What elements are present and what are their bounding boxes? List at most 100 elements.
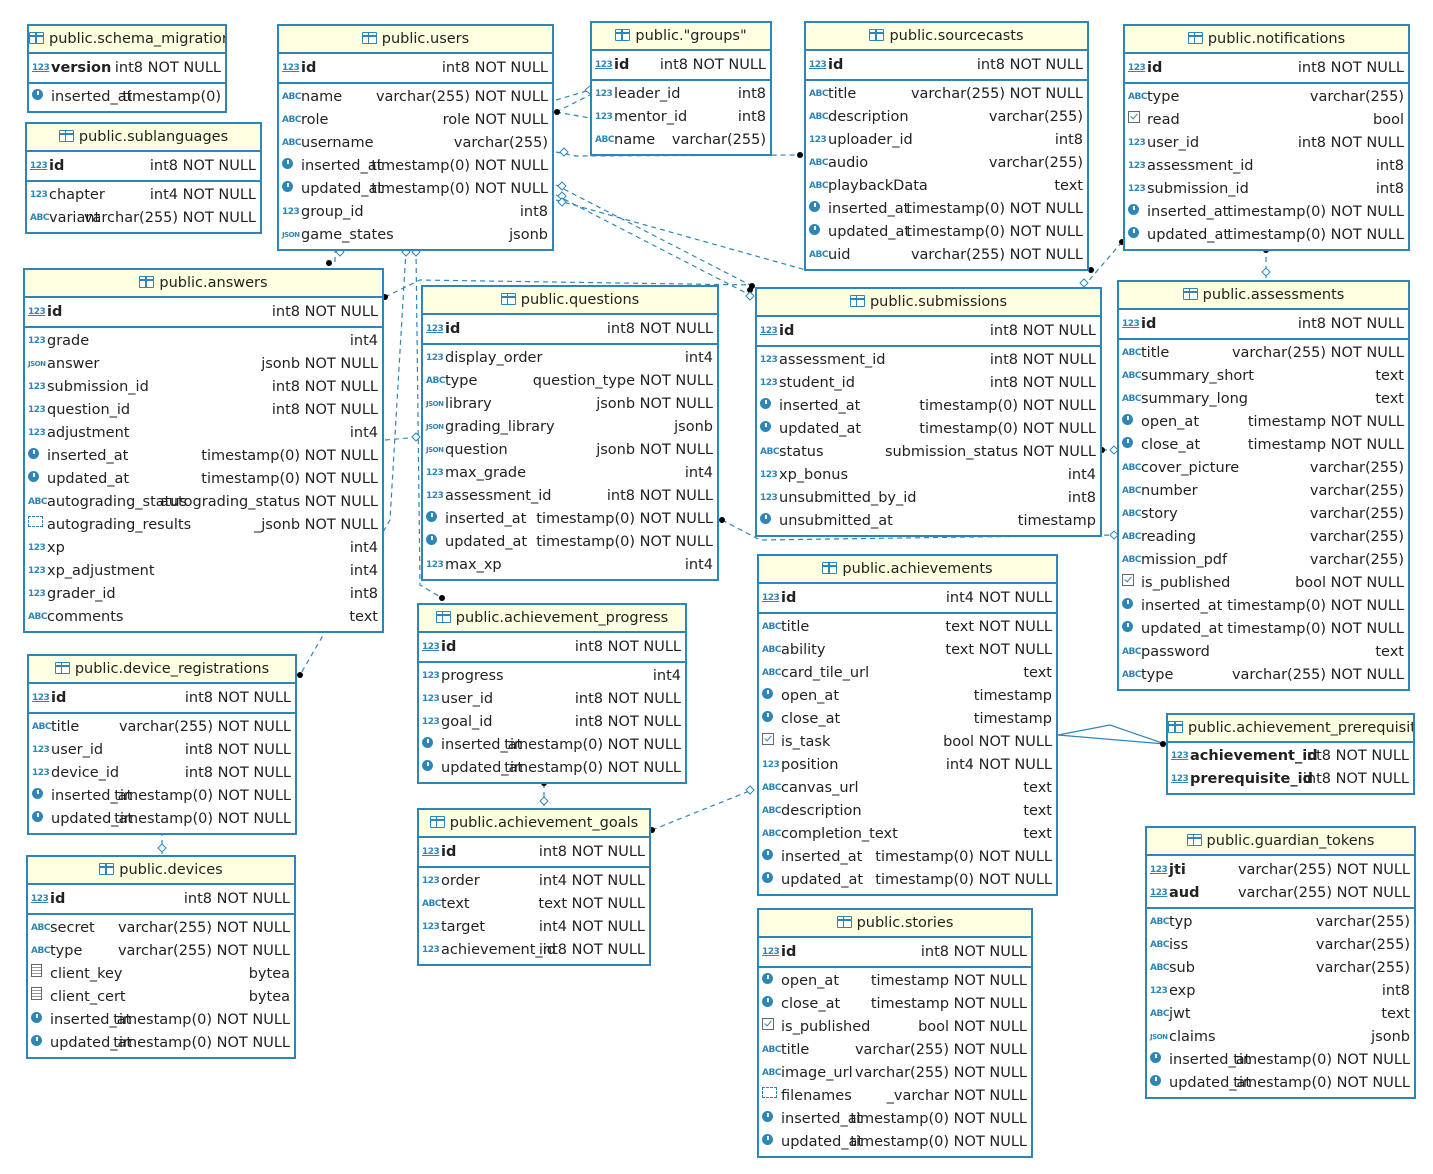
rel-prereq-achievements-2 [1057, 734, 1166, 745]
table-header[interactable]: public.submissions [757, 289, 1100, 317]
column-type: int4 [652, 668, 681, 684]
table-stories[interactable]: public.stories 123 id int8 NOT NULL open_at t… [757, 908, 1033, 1158]
column-type: varchar(255) [1315, 937, 1410, 953]
primary-key-icon: 123 [762, 947, 780, 957]
table-header[interactable]: public.devices [28, 857, 294, 885]
column-name: sub [1169, 960, 1195, 976]
table-icon [435, 611, 451, 623]
table-header[interactable]: public.schema_migrations [29, 26, 225, 54]
table-header[interactable]: public."groups" [592, 23, 770, 51]
column-name: device_id [51, 765, 120, 781]
table-achievement-progress[interactable]: public.achievement_progress 123 id int8 NOT… [417, 603, 687, 784]
table-header[interactable]: public.sublanguages [27, 124, 260, 152]
number-type-icon: 123 [28, 589, 46, 599]
text-type-icon: ABC [762, 1045, 781, 1055]
table-notifications[interactable]: public.notifications 123 id int8 NOT NULL AB… [1123, 24, 1410, 251]
column-type: int8 NOT NULL [1302, 771, 1409, 787]
column-name: secret [50, 920, 95, 936]
column-name: achievement_id [1190, 748, 1318, 764]
table-assessments[interactable]: public.assessments 123 id int8 NOT NULL ABC t… [1117, 280, 1410, 691]
primary-key-icon: 123 [1150, 888, 1168, 898]
column-name: updated_at [1147, 227, 1230, 243]
table-devices[interactable]: public.devices 123 id int8 NOT NULL ABC secre… [26, 855, 296, 1059]
column-type: int8 [1375, 158, 1404, 174]
table-users[interactable]: public.users 123 id int8 NOT NULL ABC name var… [277, 24, 554, 251]
clock-icon [32, 808, 49, 831]
column-row: JSON question jsonb NOT NULL [423, 439, 717, 462]
table-header[interactable]: public.questions [423, 287, 717, 315]
column-name: close_at [1141, 437, 1201, 453]
column-row: ABC image_url varchar(255) NOT NULL [759, 1062, 1031, 1085]
number-type-icon: 123 [760, 493, 778, 503]
table-header[interactable]: public.achievement_progress [419, 605, 685, 633]
column-type: timestamp(0) NOT NULL [850, 1111, 1027, 1127]
table-header[interactable]: public.assessments [1119, 282, 1408, 310]
columns-section: ABC name varchar(255) NOT NULL ABC role role … [279, 84, 552, 249]
column-name: id [1141, 316, 1157, 332]
column-type: int8 NOT NULL [1297, 60, 1404, 76]
primary-key-icon: 123 [1171, 751, 1189, 761]
primary-key-row: 123 version int8 NOT NULL [29, 57, 225, 80]
column-type: timestamp(0) NOT NULL [906, 224, 1083, 240]
table-header[interactable]: public.notifications [1125, 26, 1408, 54]
table-name: public.device_registrations [74, 661, 270, 677]
primary-key-row: 123 id int8 NOT NULL [592, 54, 770, 77]
column-row: open_at timestamp NOT NULL [759, 970, 1031, 993]
column-type: int8 [519, 204, 548, 220]
column-row: inserted_at timestamp(0) NOT NULL [759, 846, 1056, 869]
table-sublanguages[interactable]: public.sublanguages 123 id int8 NOT NULL 123… [25, 122, 262, 234]
column-name: xp_adjustment [47, 563, 155, 579]
table-header[interactable]: public.users [279, 26, 552, 54]
table-header[interactable]: public.achievement_prerequisites [1168, 715, 1413, 743]
table-header[interactable]: public.achievement_goals [419, 810, 649, 838]
column-row: ABC secret varchar(255) NOT NULL [28, 917, 294, 940]
column-type: int8 [737, 86, 766, 102]
table-submissions[interactable]: public.submissions 123 id int8 NOT NULL 123 a… [755, 287, 1102, 537]
column-row: ABC summary_long text [1119, 388, 1408, 411]
column-type: varchar(255) NOT NULL [910, 86, 1083, 102]
table-achievement-goals[interactable]: public.achievement_goals 123 id int8 NOT NU… [417, 808, 651, 966]
table-header[interactable]: public.answers [25, 270, 382, 298]
column-name: progress [441, 668, 504, 684]
number-type-icon: 123 [32, 745, 50, 755]
table-achievement-prerequisites[interactable]: public.achievement_prerequisites 123 achie… [1166, 713, 1415, 795]
table-schema-migrations[interactable]: public.schema_migrations 123 version int8 N… [27, 24, 227, 113]
column-row: 123 achievement_id int8 NOT NULL [419, 939, 649, 962]
number-type-icon: 123 [426, 491, 444, 501]
column-name: reading [1141, 529, 1197, 545]
text-type-icon: ABC [1150, 963, 1169, 973]
column-name: text [441, 896, 470, 912]
column-row: ABC number varchar(255) [1119, 480, 1408, 503]
checkbox-icon [1128, 109, 1145, 132]
table-header[interactable]: public.device_registrations [29, 656, 295, 684]
column-row: inserted_at timestamp(0) NOT NULL [1119, 595, 1408, 618]
table-answers[interactable]: public.answers 123 id int8 NOT NULL 123 grade… [23, 268, 384, 633]
primary-key-icon: 123 [28, 307, 46, 317]
column-type: varchar(255) [1309, 529, 1404, 545]
column-name: goal_id [441, 714, 493, 730]
column-row: updated_at timestamp(0) NOT NULL [279, 178, 552, 201]
table-header[interactable]: public.achievements [759, 556, 1056, 584]
column-name: grade [47, 333, 90, 349]
json-icon: JSON [282, 231, 300, 239]
table-questions[interactable]: public.questions 123 id int8 NOT NULL 123 dis… [421, 285, 719, 581]
column-row: ABC iss varchar(255) [1147, 934, 1414, 957]
column-type: timestamp(0) NOT NULL [1227, 598, 1404, 614]
table-groups[interactable]: public."groups" 123 id int8 NOT NULL 123 lead… [590, 21, 772, 156]
column-type: varchar(255) [1309, 460, 1404, 476]
table-achievements[interactable]: public.achievements 123 id int4 NOT NULL ABC… [757, 554, 1058, 896]
table-guardian-tokens[interactable]: public.guardian_tokens 123 jti varchar(255)… [1145, 826, 1416, 1099]
pk-diamond [557, 181, 567, 191]
column-name: canvas_url [781, 780, 859, 796]
text-type-icon: ABC [422, 899, 441, 909]
column-row: client_cert bytea [28, 986, 294, 1009]
primary-key-row: 123 jti varchar(255) NOT NULL [1147, 859, 1414, 882]
column-row: ABC type question_type NOT NULL [423, 370, 717, 393]
column-type: varchar(255) [1315, 960, 1410, 976]
table-header[interactable]: public.guardian_tokens [1147, 828, 1414, 856]
table-header[interactable]: public.sourcecasts [806, 23, 1087, 51]
fk-dot [719, 517, 725, 523]
table-device-registrations[interactable]: public.device_registrations 123 id int8 NOT… [27, 654, 297, 835]
table-sourcecasts[interactable]: public.sourcecasts 123 id int8 NOT NULL ABC t… [804, 21, 1089, 271]
table-header[interactable]: public.stories [759, 910, 1031, 938]
